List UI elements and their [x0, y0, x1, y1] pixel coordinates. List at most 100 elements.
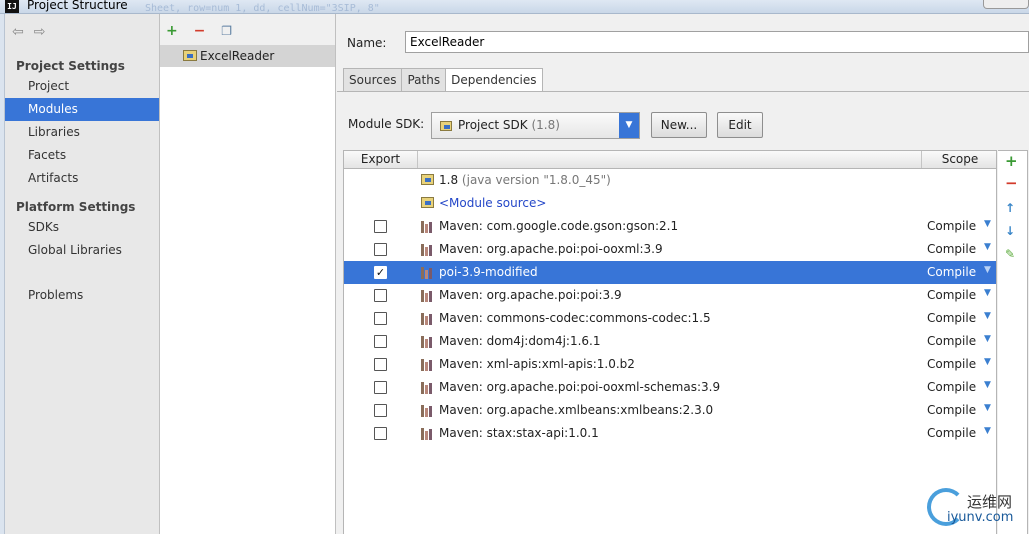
sidebar-item-problems[interactable]: Problems: [5, 284, 159, 307]
module-sdk-dropdown[interactable]: Project SDK (1.8) ▼: [431, 112, 640, 139]
table-row[interactable]: Maven: org.apache.poi:poi-ooxml:3.9 Comp…: [344, 238, 996, 261]
table-row[interactable]: Maven: org.apache.xmlbeans:xmlbeans:2.3.…: [344, 399, 996, 422]
sidebar-item-sdks[interactable]: SDKs: [5, 216, 159, 239]
export-checkbox[interactable]: [374, 358, 387, 371]
intellij-app-icon: IJ: [5, 0, 19, 13]
settings-sidebar: ⇦ ⇨ Project Settings Project Modules Libr…: [5, 14, 160, 534]
scope-value[interactable]: Compile: [927, 426, 976, 440]
dependency-name: Maven: org.apache.poi:poi-ooxml:3.9: [439, 242, 663, 256]
tab-sources[interactable]: Sources: [343, 68, 403, 92]
scope-value[interactable]: Compile: [927, 403, 976, 417]
dependencies-table: Export Scope 1.8 (java version "1.8.0_45…: [343, 150, 997, 534]
sidebar-item-artifacts[interactable]: Artifacts: [5, 167, 159, 190]
export-checkbox[interactable]: [374, 220, 387, 233]
column-header-export[interactable]: Export: [344, 151, 418, 168]
column-header-name[interactable]: [418, 151, 922, 168]
export-checkbox[interactable]: [374, 404, 387, 417]
table-row-selected[interactable]: ✓ poi-3.9-modified Compile ▼: [344, 261, 996, 284]
dependency-name: Maven: org.apache.poi:poi:3.9: [439, 288, 622, 302]
export-checkbox[interactable]: [374, 335, 387, 348]
sidebar-item-project[interactable]: Project: [5, 75, 159, 98]
scope-value[interactable]: Compile: [927, 242, 976, 256]
table-row[interactable]: Maven: com.google.code.gson:gson:2.1 Com…: [344, 215, 996, 238]
scope-value[interactable]: Compile: [927, 380, 976, 394]
sidebar-item-modules[interactable]: Modules: [5, 98, 159, 121]
sidebar-item-global-libraries[interactable]: Global Libraries: [5, 239, 159, 262]
module-label: ExcelReader: [200, 49, 275, 63]
table-row-sdk[interactable]: 1.8 (java version "1.8.0_45"): [344, 169, 996, 192]
add-dependency-icon[interactable]: +: [1005, 152, 1018, 170]
table-row[interactable]: Maven: stax:stax-api:1.0.1 Compile ▼: [344, 422, 996, 445]
dependency-detail: (java version "1.8.0_45"): [461, 173, 611, 187]
module-item-excelreader[interactable]: ExcelReader: [160, 45, 335, 67]
dependency-name: 1.8: [439, 173, 459, 187]
export-checkbox-checked[interactable]: ✓: [374, 266, 387, 279]
chevron-down-icon[interactable]: ▼: [984, 288, 991, 298]
arrow-right-icon[interactable]: ⇨: [34, 24, 46, 40]
table-row[interactable]: Maven: xml-apis:xml-apis:1.0.b2 Compile …: [344, 353, 996, 376]
module-name-input[interactable]: [405, 31, 1029, 53]
sidebar-item-libraries[interactable]: Libraries: [5, 121, 159, 144]
module-toolbar: + − ❐: [160, 14, 335, 45]
chevron-down-icon[interactable]: ▼: [984, 380, 991, 390]
nav-buttons: ⇦ ⇨: [5, 14, 159, 49]
table-row[interactable]: Maven: dom4j:dom4j:1.6.1 Compile ▼: [344, 330, 996, 353]
dependencies-panel: Module SDK: Project SDK (1.8) ▼ New... E…: [337, 91, 1029, 534]
remove-dependency-icon[interactable]: −: [1005, 174, 1018, 192]
dependency-name: Maven: xml-apis:xml-apis:1.0.b2: [439, 357, 635, 371]
move-up-icon[interactable]: ↑: [1005, 201, 1015, 215]
library-icon: [421, 359, 434, 371]
tab-paths[interactable]: Paths: [401, 68, 447, 92]
edit-pencil-icon[interactable]: ✎: [1005, 247, 1015, 261]
export-checkbox[interactable]: [374, 427, 387, 440]
export-checkbox[interactable]: [374, 381, 387, 394]
new-sdk-button[interactable]: New...: [651, 112, 707, 138]
column-header-scope[interactable]: Scope: [922, 151, 998, 168]
scope-value[interactable]: Compile: [927, 219, 976, 233]
tab-dependencies[interactable]: Dependencies: [445, 68, 543, 92]
library-icon: [421, 428, 434, 440]
name-label: Name:: [347, 36, 387, 50]
export-checkbox[interactable]: [374, 243, 387, 256]
module-source-icon: [421, 197, 434, 208]
sdk-folder-icon: [421, 174, 434, 185]
remove-module-icon[interactable]: −: [194, 23, 206, 39]
chevron-down-icon[interactable]: ▼: [984, 403, 991, 413]
table-row[interactable]: Maven: commons-codec:commons-codec:1.5 C…: [344, 307, 996, 330]
library-icon: [421, 221, 434, 233]
scope-value[interactable]: Compile: [927, 334, 976, 348]
scope-value[interactable]: Compile: [927, 288, 976, 302]
dependency-name: Maven: org.apache.xmlbeans:xmlbeans:2.3.…: [439, 403, 714, 417]
chevron-down-icon[interactable]: ▼: [619, 113, 639, 138]
copy-icon[interactable]: ❐: [221, 24, 232, 38]
chevron-down-icon[interactable]: ▼: [984, 426, 991, 436]
chevron-down-icon[interactable]: ▼: [984, 242, 991, 252]
move-down-icon[interactable]: ↓: [1005, 224, 1015, 238]
scope-value[interactable]: Compile: [927, 265, 976, 279]
watermark-url: iyunv.com: [947, 510, 1014, 525]
table-row[interactable]: Maven: org.apache.poi:poi-ooxml-schemas:…: [344, 376, 996, 399]
background-code-text: Sheet, row=num_1, dd, cellNum="3SIP, 8": [145, 3, 380, 14]
library-icon: [421, 382, 434, 394]
sidebar-item-facets[interactable]: Facets: [5, 144, 159, 167]
table-header: Export Scope: [344, 151, 996, 169]
library-icon: [421, 267, 434, 279]
scope-value[interactable]: Compile: [927, 311, 976, 325]
arrow-left-icon[interactable]: ⇦: [12, 24, 24, 40]
chevron-down-icon[interactable]: ▼: [984, 311, 991, 321]
chevron-down-icon[interactable]: ▼: [984, 357, 991, 367]
add-module-icon[interactable]: +: [166, 23, 178, 39]
table-row[interactable]: Maven: org.apache.poi:poi:3.9 Compile ▼: [344, 284, 996, 307]
chevron-down-icon[interactable]: ▼: [984, 265, 991, 275]
sdk-version: (1.8): [531, 118, 560, 132]
module-list-panel: + − ❐ ExcelReader: [160, 14, 336, 534]
chevron-down-icon[interactable]: ▼: [984, 334, 991, 344]
export-checkbox[interactable]: [374, 312, 387, 325]
scope-value[interactable]: Compile: [927, 357, 976, 371]
edit-sdk-button[interactable]: Edit: [717, 112, 763, 138]
chevron-down-icon[interactable]: ▼: [984, 219, 991, 229]
window-close-button[interactable]: [983, 0, 1029, 9]
export-checkbox[interactable]: [374, 289, 387, 302]
dependency-name: poi-3.9-modified: [439, 265, 538, 279]
table-row-module-source[interactable]: <Module source>: [344, 192, 996, 215]
